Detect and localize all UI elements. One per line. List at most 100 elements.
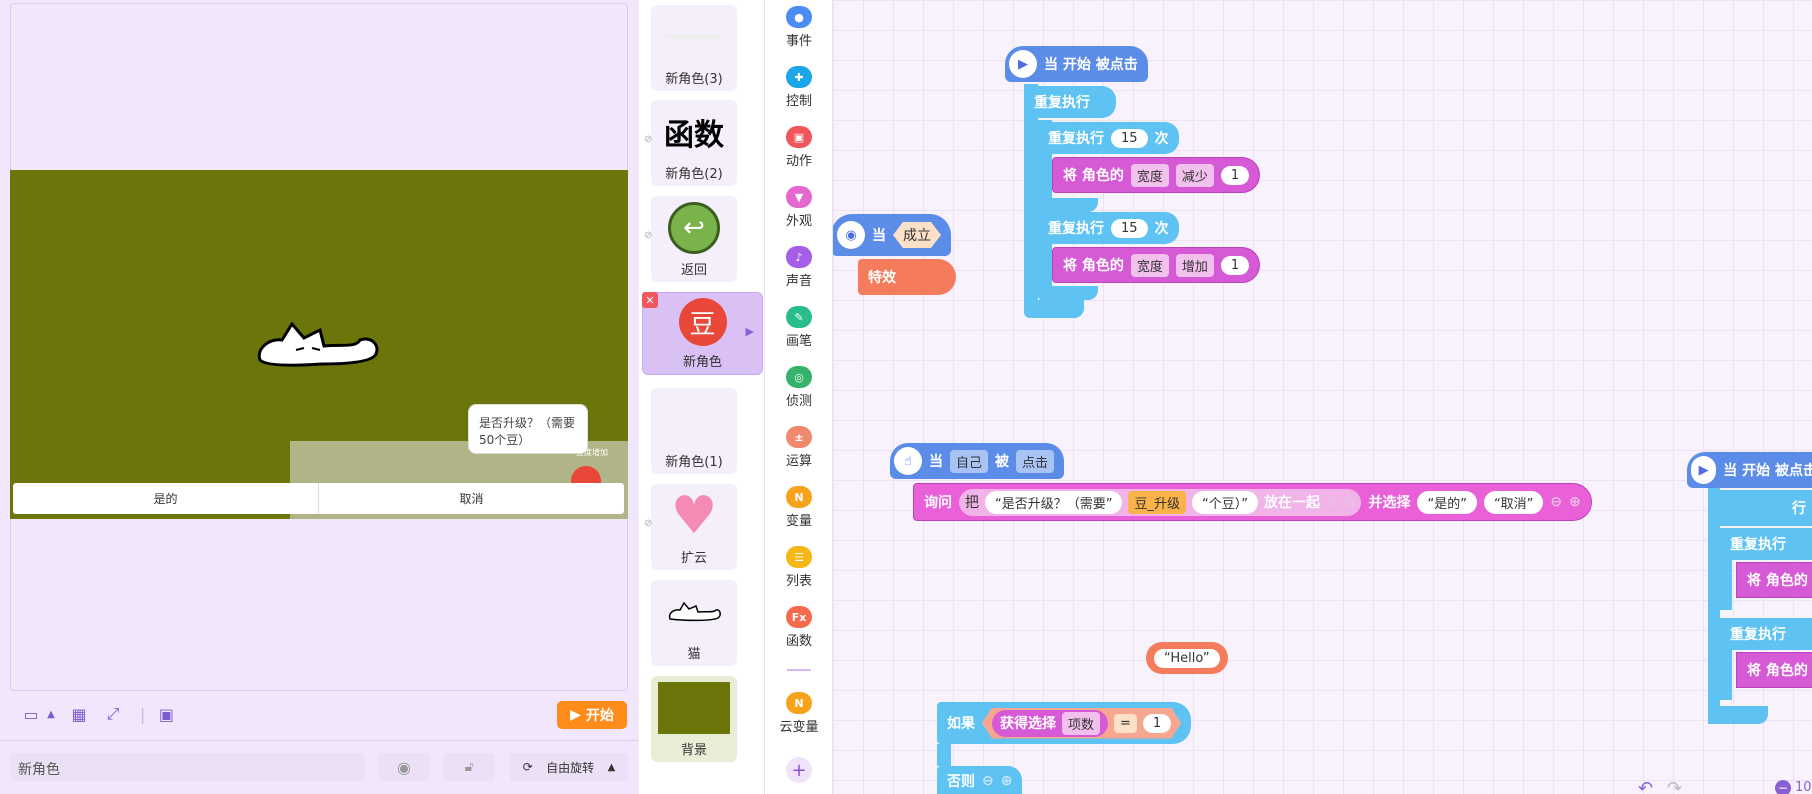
list-icon: ☰	[786, 546, 812, 568]
choice-yes-button[interactable]: 是的	[13, 483, 319, 514]
function-icon: Fx	[786, 606, 812, 628]
category-cloud-variables[interactable]: N 云变量	[765, 692, 833, 735]
category-lists[interactable]: ☰ 列表	[765, 546, 833, 589]
ask-and-choose-block[interactable]: 询问 把 “是否升级？（需要” 豆_升级 “个豆）” 放在一起 ⊖ ⊕ 并选择 …	[913, 483, 1592, 521]
grid-icon[interactable]: ▦	[66, 701, 92, 727]
hidden-eye-icon[interactable]: ⊘	[644, 230, 652, 241]
lock-toggle[interactable]: 🔓︎	[443, 753, 495, 781]
fullscreen-icon[interactable]: ⤢	[100, 701, 126, 727]
hello-string-block[interactable]: “Hello”	[1146, 642, 1228, 674]
repeat-block[interactable]: 重复执行 15 次	[1038, 122, 1179, 154]
category-variables[interactable]: N 变量	[765, 486, 833, 529]
sprite-label: 猫	[687, 647, 701, 662]
category-events[interactable]: ● 事件	[765, 6, 833, 49]
forever-block[interactable]: 重复执行	[1024, 86, 1116, 118]
category-control[interactable]: ✚ 控制	[765, 66, 833, 109]
panel-divider	[0, 740, 638, 741]
when-condition-block[interactable]: ◉ 当 成立	[833, 214, 951, 256]
category-motion[interactable]: ▣ 动作	[765, 126, 833, 169]
compare-block[interactable]: 获得选择 项数 = 1	[982, 708, 1181, 739]
effect-block[interactable]: 特效	[858, 259, 956, 295]
add-branch-icon[interactable]: ⊕	[1001, 773, 1013, 789]
remove-branch-icon[interactable]: ⊖	[982, 773, 994, 789]
sprite-name-field[interactable]: 新角色	[10, 753, 365, 781]
category-pen[interactable]: ✎ 画笔	[765, 306, 833, 349]
play-preview-icon[interactable]: ▣	[153, 701, 179, 727]
rotation-mode-select[interactable]: ⟳ 自由旋转 ▲	[510, 753, 628, 781]
category-looks[interactable]: ▼ 外观	[765, 186, 833, 229]
sprite-item[interactable]: 新角色(3)	[651, 5, 737, 91]
join-block[interactable]: 把 “是否升级？（需要” 豆_升级 “个豆）” 放在一起 ⊖ ⊕	[959, 488, 1362, 516]
set-width-block[interactable]: 将 角色的	[1736, 652, 1812, 688]
caret-up-icon[interactable]: ▲	[44, 701, 58, 727]
set-width-block[interactable]: 将 角色的 宽度 减少 1	[1052, 157, 1261, 193]
start-button[interactable]: ▶ 开始	[557, 701, 627, 729]
sprite-thumbnail: 豆	[643, 293, 762, 351]
undo-icon[interactable]: ↶	[1638, 778, 1653, 794]
play-flag-icon: ▶	[1691, 456, 1717, 484]
zoom-level: 10	[1795, 780, 1812, 794]
zoom-out-icon[interactable]: −	[1775, 780, 1791, 794]
forever-end	[1708, 706, 1768, 724]
forever-block[interactable]: 行	[1708, 490, 1812, 526]
variable-icon: N	[786, 486, 812, 508]
category-functions[interactable]: Fx 函数	[765, 606, 833, 649]
sprite-label: 新角色(3)	[665, 72, 723, 87]
sprite-item[interactable]: 猫	[651, 580, 737, 666]
visibility-toggle[interactable]: ◉	[378, 753, 430, 781]
category-operators[interactable]: ± 运算	[765, 426, 833, 469]
redo-icon[interactable]: ↷	[1667, 778, 1682, 794]
set-width-block[interactable]: 将 角色的	[1736, 562, 1812, 598]
expand-arrow-icon[interactable]: ▶	[746, 325, 754, 338]
sprite-item[interactable]: ⊘ 函数 新角色(2)	[644, 100, 737, 186]
if-else-block[interactable]: 如果 获得选择 项数 = 1	[937, 702, 1192, 744]
repeat-block[interactable]: 重复执行	[1720, 528, 1812, 560]
when-start-clicked-block[interactable]: ▶ 当 开始 被点击	[1687, 452, 1812, 488]
remove-item-icon[interactable]: ⊖	[1326, 494, 1338, 510]
category-separator	[787, 669, 811, 671]
sprite-thumbnail: 函数	[664, 117, 724, 153]
target-icon: ◎	[786, 366, 812, 388]
repeat-block[interactable]: 重复执行	[1720, 618, 1812, 650]
unlock-icon: 🔓︎	[464, 759, 474, 775]
when-start-clicked-block[interactable]: ▶ 当 开始 被点击	[1005, 46, 1148, 82]
rotation-label: 自由旋转	[546, 760, 595, 775]
sprite-label: 新角色(2)	[665, 167, 723, 182]
set-width-block[interactable]: 将 角色的 宽度 增加 1	[1052, 247, 1261, 283]
block-category-panel: ● 事件 ✚ 控制 ▣ 动作 ▼ 外观 ♪ 声音 ✎ 画笔 ◎ 侦测 ± 运算 N 变量 ☰ 列表 …	[765, 0, 833, 794]
sensor-icon: ◉	[837, 221, 865, 249]
hidden-eye-icon[interactable]: ⊘	[644, 518, 652, 529]
when-sprite-clicked-block[interactable]: ☝ 当自己被点击	[890, 443, 1065, 479]
cat-sprite[interactable]	[252, 318, 386, 368]
sprite-item[interactable]: ⊘ ↩ 返回	[644, 196, 737, 282]
category-sound[interactable]: ♪ 声音	[765, 246, 833, 289]
condition-slot[interactable]: 成立	[893, 222, 941, 248]
backdrop-item[interactable]: 背景	[651, 676, 737, 762]
cloud-variable-icon: N	[786, 692, 812, 714]
bubble-side-label: 豆度增加	[576, 448, 608, 457]
cat-thumb-icon	[668, 601, 721, 621]
code-workspace[interactable]: ▶ 当 开始 被点击 重复执行 重复执行 15 次 将 角色的 宽度 减少 1 重复执行 1…	[833, 0, 1812, 794]
start-button-label: 开始	[585, 708, 614, 724]
add-extension-icon[interactable]: +	[786, 757, 812, 783]
stage-size-icon[interactable]: ▭	[18, 701, 44, 727]
play-flag-icon: ▶	[1009, 50, 1037, 78]
add-item-icon[interactable]: ⊕	[1344, 494, 1356, 510]
delete-icon[interactable]: ✕	[642, 292, 658, 308]
remove-item-icon[interactable]: ⊖	[1550, 494, 1562, 510]
toggle-icon: ●	[786, 6, 812, 28]
get-choice-block[interactable]: 获得选择 项数	[992, 710, 1108, 737]
sprite-item-selected[interactable]: ✕ ▶ 豆 新角色	[642, 292, 763, 375]
sprite-item[interactable]: ⊘ ♥ 扩云	[644, 484, 737, 570]
play-icon: ▶	[570, 707, 581, 723]
add-item-icon[interactable]: ⊕	[1569, 494, 1581, 510]
category-sensing[interactable]: ◎ 侦测	[765, 366, 833, 409]
repeat-end	[1038, 286, 1098, 300]
hidden-eye-icon[interactable]: ⊘	[644, 134, 652, 145]
sprite-thumbnail: ↩	[651, 196, 737, 259]
choice-cancel-button[interactable]: 取消	[319, 483, 624, 514]
sprite-thumbnail	[651, 388, 737, 451]
caret-up-icon: ▲	[607, 761, 616, 773]
repeat-block[interactable]: 重复执行 15 次	[1038, 212, 1179, 244]
sprite-item[interactable]: 新角色(1)	[651, 388, 737, 474]
